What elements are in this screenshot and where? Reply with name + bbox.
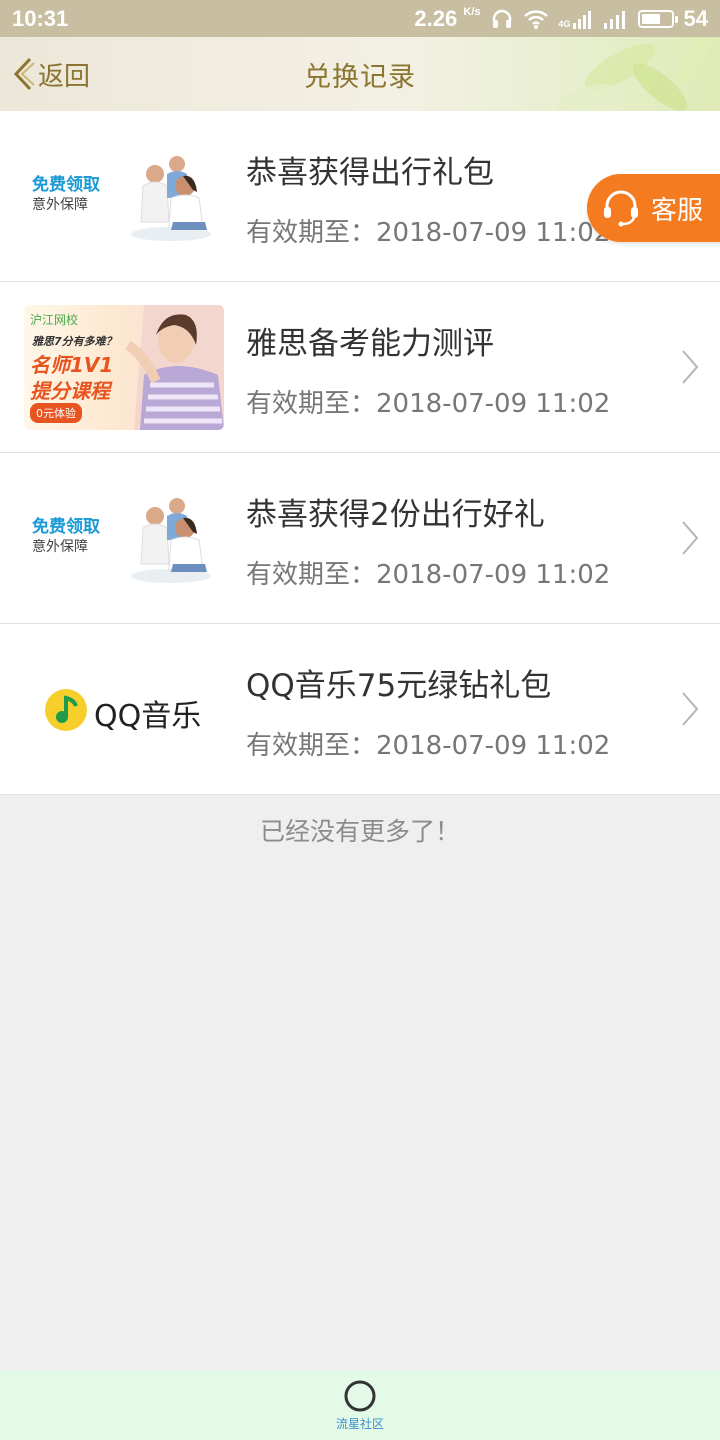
record-expiry: 有效期至：2018-07-09 11:02 (246, 554, 610, 591)
signal-icon-2 (603, 10, 625, 29)
woman-photo-icon (125, 305, 224, 430)
record-expiry: 有效期至：2018-07-09 11:02 (246, 383, 610, 420)
headphones-icon (492, 9, 511, 28)
expiry-date: 2018-07-09 11:02 (376, 731, 611, 761)
expiry-prefix: 有效期至： (246, 560, 377, 590)
expiry-prefix: 有效期至： (246, 731, 377, 761)
thumb-free-label: 免费领取 (32, 517, 100, 537)
battery-level: 54 (683, 5, 708, 31)
back-label: 返回 (38, 61, 91, 92)
community-nav-label: 流星社区 (335, 1416, 384, 1431)
record-item[interactable]: QQ音乐 QQ音乐75元绿钻礼包 有效期至：2018-07-09 11:02 (0, 624, 720, 795)
signal-icon (572, 10, 591, 29)
record-title: QQ音乐75元绿钻礼包 (246, 668, 552, 704)
thumb-headline-2: 提分课程 (30, 379, 110, 403)
network-type: 4G (558, 18, 571, 29)
record-title: 恭喜获得2份出行好礼 (246, 497, 545, 533)
bottom-nav: 流星社区 (0, 1370, 720, 1440)
qq-music-thumbnail: QQ音乐 (24, 647, 224, 772)
thumb-free-label: 免费领取 (32, 175, 100, 195)
record-expiry: 有效期至：2018-07-09 11:02 (246, 725, 610, 762)
wifi-icon (523, 9, 548, 29)
signal-4g: 4G (559, 9, 592, 29)
ielts-thumbnail: 沪江网校 雅思7分有多难？ 名师1V1 提分课程 0元体验 (24, 305, 224, 430)
chevron-left-icon (13, 57, 35, 91)
expiry-prefix: 有效期至： (246, 218, 377, 248)
chevron-right-icon (682, 692, 699, 726)
status-icons: 2.26 K/s 4G 54 (414, 6, 708, 32)
network-speed-unit: K/s (463, 5, 481, 18)
no-more-note: 已经没有更多了！ (259, 817, 460, 846)
page-title: 兑换记录 (304, 61, 416, 93)
expiry-prefix: 有效期至： (246, 389, 377, 419)
record-title: 雅思备考能力测评 (246, 326, 494, 362)
network-speed-value: 2.26 (414, 5, 458, 31)
record-item[interactable]: 沪江网校 雅思7分有多难？ 名师1V1 提分课程 0元体验 雅思备考能力测评 有… (0, 282, 720, 453)
customer-service-button[interactable]: 客服 (587, 174, 720, 242)
thumb-trial-badge: 0元体验 (30, 403, 82, 423)
family-photo-icon (131, 156, 211, 241)
network-speed: 2.26 K/s (414, 6, 480, 32)
back-button[interactable]: 返回 (10, 37, 90, 111)
record-text: QQ音乐75元绿钻礼包 有效期至：2018-07-09 11:02 (246, 660, 610, 762)
chevron-right-icon (682, 350, 699, 384)
headset-icon (604, 190, 638, 227)
record-text: 恭喜获得2份出行好礼 有效期至：2018-07-09 11:02 (246, 489, 610, 591)
family-photo-icon (131, 498, 211, 583)
record-item[interactable]: 免费领取 意外保障 恭喜获得2份出行好礼 有效期至：2018-07-09 11:… (0, 453, 720, 624)
expiry-date: 2018-07-09 11:02 (376, 560, 611, 590)
status-bar: 10:31 2.26 K/s 4G 54 (0, 0, 720, 37)
status-time: 10:31 (12, 5, 69, 31)
record-expiry: 有效期至：2018-07-09 11:02 (246, 212, 610, 249)
customer-service-label: 客服 (651, 195, 704, 226)
thumb-question: 雅思7分有多难？ (32, 335, 117, 348)
qq-music-logo-icon (45, 689, 87, 731)
header-bar: 返回 兑换记录 (0, 37, 720, 111)
insurance-thumbnail: 免费领取 意外保障 (24, 476, 224, 601)
thumb-headline-1: 名师1V1 (30, 353, 114, 377)
qq-music-brand: QQ音乐 (94, 699, 202, 734)
record-text: 恭喜获得出行礼包 有效期至：2018-07-09 11:02 (246, 147, 610, 249)
thumb-insurance-label: 意外保障 (32, 197, 88, 213)
insurance-thumbnail: 免费领取 意外保障 (24, 134, 224, 259)
record-title: 恭喜获得出行礼包 (246, 155, 494, 191)
battery-icon (637, 9, 678, 28)
expiry-date: 2018-07-09 11:02 (376, 389, 611, 419)
thumb-brand: 沪江网校 (30, 313, 79, 327)
community-nav-item[interactable]: 流星社区 (336, 1379, 384, 1432)
chevron-right-icon (682, 521, 699, 555)
expiry-date: 2018-07-09 11:02 (376, 218, 611, 248)
leaf-decoration (556, 37, 713, 111)
circle-icon (344, 1380, 376, 1411)
record-text: 雅思备考能力测评 有效期至：2018-07-09 11:02 (246, 318, 610, 420)
thumb-insurance-label: 意外保障 (32, 539, 88, 555)
